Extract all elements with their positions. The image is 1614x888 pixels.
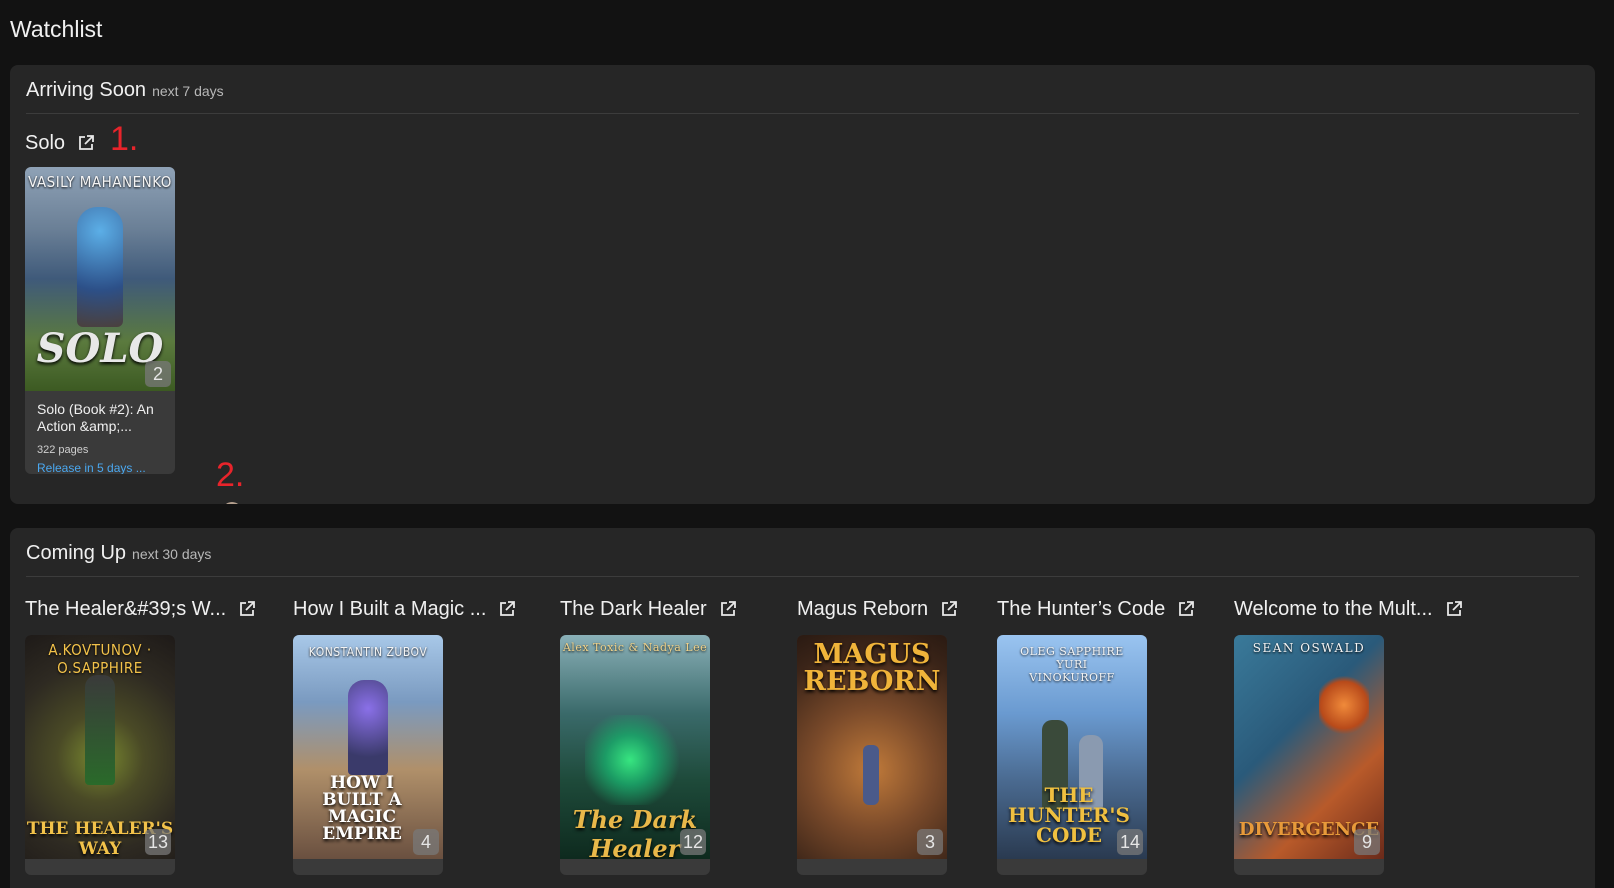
book-card[interactable]: OLEG SAPPHIRE YURI VINOKUROFF THE HUNTER… — [997, 635, 1147, 875]
series-solo: Solo — [25, 128, 95, 158]
book-card[interactable]: KONSTANTIN ZUBOV HOW I BUILT A MAGIC EMP… — [293, 635, 443, 875]
panel-subtitle: next 30 days — [132, 546, 212, 562]
book-cover[interactable]: OLEG SAPPHIRE YURI VINOKUROFF THE HUNTER… — [997, 635, 1147, 859]
volume-badge: 4 — [413, 829, 439, 855]
book-cover[interactable]: SEAN OSWALD DIVERGENCE 9 — [1234, 635, 1384, 859]
book-card[interactable]: MAGUS REBORN 3 — [797, 635, 947, 875]
volume-badge: 3 — [917, 829, 943, 855]
book-card[interactable]: Alex Toxic & Nadya Lee The Dark Healer 1… — [560, 635, 710, 875]
panel-header: Coming Up next 30 days — [26, 542, 1579, 577]
series-item: The Dark Healer — [560, 594, 737, 624]
panel-title: Arriving Soon — [26, 79, 147, 101]
page-count: 322 pages — [37, 444, 89, 456]
release-status[interactable]: Release in 5 days ... — [37, 461, 163, 474]
series-title[interactable]: The Dark Healer — [560, 598, 707, 621]
annotation-2: 2. — [216, 456, 245, 494]
cover-title: MAGUS REBORN — [803, 639, 941, 697]
external-link-icon[interactable] — [940, 600, 958, 618]
book-card[interactable]: SEAN OSWALD DIVERGENCE 9 — [1234, 635, 1384, 875]
annotation-1: 1. — [110, 120, 139, 158]
panel-title: Coming Up — [26, 542, 127, 564]
external-link-icon[interactable] — [1177, 600, 1195, 618]
external-link-icon[interactable] — [77, 134, 95, 152]
series-title[interactable]: How I Built a Magic ... — [293, 598, 486, 621]
series-title[interactable]: The Healer&#39;s W... — [25, 598, 226, 621]
book-cover[interactable]: A.KOVTUNOV · O.SAPPHIRE THE HEALER'S WAY… — [25, 635, 175, 859]
external-link-icon[interactable] — [238, 600, 256, 618]
series-title[interactable]: Welcome to the Mult... — [1234, 598, 1433, 621]
panel-header: Arriving Soon next 7 days — [26, 79, 1579, 114]
cover-author: SEAN OSWALD — [1252, 641, 1366, 655]
volume-badge: 2 — [145, 361, 171, 387]
cover-author: Alex Toxic & Nadya Lee — [562, 641, 708, 654]
volume-badge: 13 — [144, 829, 171, 855]
series-item: The Hunter’s Code — [997, 594, 1195, 624]
cover-title: HOW I BUILT A MAGIC EMPIRE — [322, 773, 402, 844]
book-card[interactable]: A.KOVTUNOV · O.SAPPHIRE THE HEALER'S WAY… — [25, 635, 175, 875]
external-link-icon[interactable] — [498, 600, 516, 618]
panel-subtitle: next 7 days — [152, 83, 224, 99]
series-title[interactable]: The Hunter’s Code — [997, 598, 1165, 621]
cover-author: VASILY MAHANENKO — [28, 173, 172, 191]
more-count-badge: 1 — [222, 502, 242, 504]
book-title[interactable]: Solo (Book #2): An Action &amp;... — [37, 401, 163, 435]
book-cover[interactable]: MAGUS REBORN 3 — [797, 635, 947, 859]
external-link-icon[interactable] — [1445, 600, 1463, 618]
volume-badge: 12 — [679, 829, 706, 855]
arriving-soon-panel: Arriving Soon next 7 days Solo VASILY MAH… — [10, 65, 1595, 504]
cover-author: A.KOVTUNOV · O.SAPPHIRE — [48, 641, 152, 677]
page-title: Watchlist — [10, 16, 103, 42]
external-link-icon[interactable] — [719, 600, 737, 618]
coming-up-panel: Coming Up next 30 days The Healer&#39;s W… — [10, 528, 1595, 888]
cover-author: KONSTANTIN ZUBOV — [308, 645, 428, 659]
series-item: How I Built a Magic ... — [293, 594, 516, 624]
series-title[interactable]: Solo — [25, 132, 65, 155]
book-cover[interactable]: Alex Toxic & Nadya Lee The Dark Healer 1… — [560, 635, 710, 859]
series-item: The Healer&#39;s W... — [25, 594, 256, 624]
book-card[interactable]: VASILY MAHANENKO SOLO 2 Solo (Book #2): … — [25, 167, 175, 474]
book-cover[interactable]: VASILY MAHANENKO SOLO 2 — [25, 167, 175, 391]
volume-badge: 9 — [1354, 829, 1380, 855]
cover-author: OLEG SAPPHIRE YURI VINOKUROFF — [1020, 645, 1124, 684]
book-cover[interactable]: KONSTANTIN ZUBOV HOW I BUILT A MAGIC EMP… — [293, 635, 443, 859]
series-item: Magus Reborn — [797, 594, 958, 624]
series-title[interactable]: Magus Reborn — [797, 598, 928, 621]
volume-badge: 14 — [1116, 829, 1143, 855]
series-item: Welcome to the Mult... — [1234, 594, 1463, 624]
